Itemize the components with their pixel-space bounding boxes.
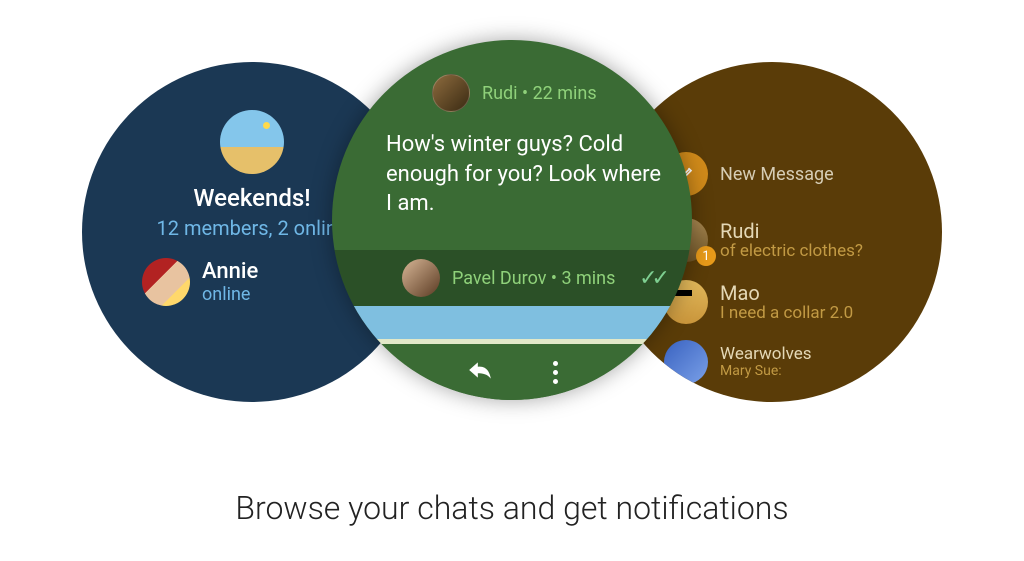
group-avatar[interactable]: [220, 110, 284, 174]
member-status: online: [202, 284, 258, 305]
sender-avatar: [432, 74, 470, 112]
sender-time: 22 mins: [533, 83, 597, 104]
sender-meta: Pavel Durov • 3 mins: [452, 268, 627, 289]
message-header-2[interactable]: Pavel Durov • 3 mins ✓✓: [332, 250, 692, 306]
chat-preview: I need a collar 2.0: [720, 304, 853, 323]
message-body[interactable]: How's winter guys? Cold enough for you? …: [386, 130, 662, 219]
group-title[interactable]: Weekends!: [193, 184, 310, 212]
group-subtitle: 12 members, 2 online: [157, 216, 348, 240]
reply-icon: [467, 357, 493, 383]
watchface-conversation: Rudi • 22 mins How's winter guys? Cold e…: [332, 40, 692, 400]
page-tagline: Browse your chats and get notifications: [0, 489, 1024, 527]
more-button[interactable]: [553, 361, 558, 384]
sender-name: Rudi: [482, 83, 518, 104]
chat-title: Wearwolves: [720, 345, 812, 364]
more-icon: [553, 361, 558, 366]
promo-stage: Weekends! 12 members, 2 online Annie onl…: [0, 0, 1024, 561]
chat-title: Mao: [720, 282, 853, 304]
read-checks-icon: ✓✓: [639, 266, 692, 291]
sender-time: 3 mins: [561, 268, 615, 289]
compose-label: New Message: [720, 164, 834, 185]
sender-name: Pavel Durov: [452, 268, 546, 289]
chat-title: Rudi: [720, 220, 863, 242]
member-avatar: [142, 258, 190, 306]
sender-avatar: [402, 259, 440, 297]
action-bar: [332, 344, 692, 400]
chat-preview: Mary Sue:: [720, 364, 812, 379]
reply-button[interactable]: [467, 357, 493, 387]
unread-badge: 1: [696, 246, 716, 266]
member-name: Annie: [202, 259, 258, 284]
sender-meta: Rudi • 22 mins: [482, 83, 597, 104]
chat-preview: of electric clothes?: [720, 242, 863, 261]
message-header[interactable]: Rudi • 22 mins: [332, 74, 692, 112]
